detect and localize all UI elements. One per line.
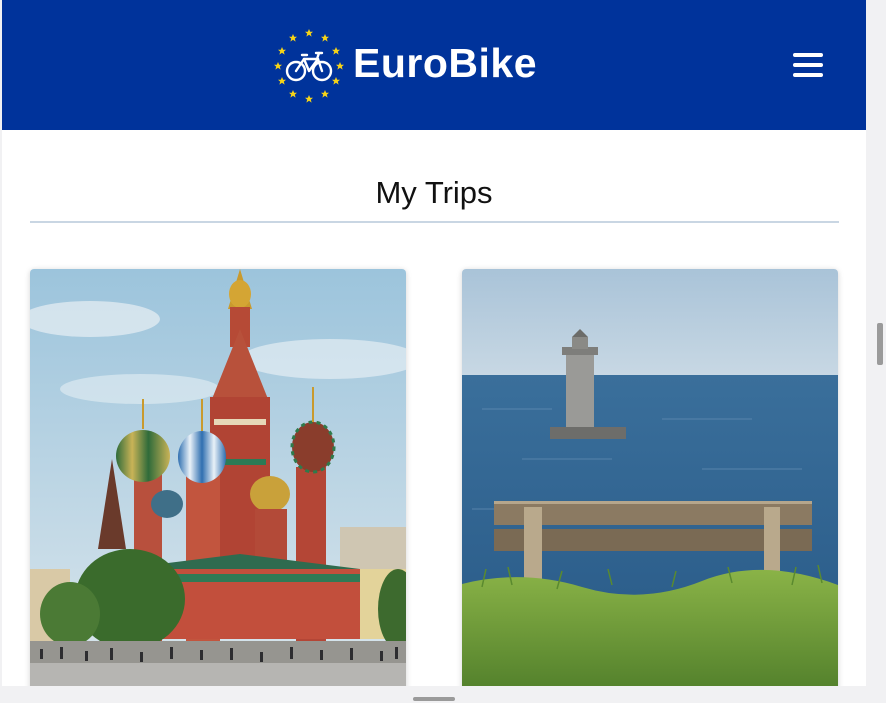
trip-image-lighthouse — [462, 269, 838, 686]
top-navbar: EuroBike — [2, 0, 866, 130]
trip-card[interactable] — [462, 269, 838, 686]
app-viewport: EuroBike My Trips — [2, 0, 866, 686]
trip-card[interactable] — [30, 269, 406, 686]
brand-logo[interactable]: EuroBike — [273, 27, 537, 105]
hamburger-menu-button[interactable] — [790, 48, 826, 82]
brand-name: EuroBike — [353, 39, 537, 86]
page-title: My Trips — [375, 174, 493, 210]
title-divider — [30, 221, 839, 223]
bottom-sheet-handle[interactable] — [413, 697, 455, 701]
eurobike-emblem-icon — [274, 29, 344, 103]
trip-image-cathedral — [30, 269, 406, 686]
hamburger-menu-icon — [793, 53, 823, 57]
page-scrollbar-thumb[interactable] — [877, 323, 883, 365]
